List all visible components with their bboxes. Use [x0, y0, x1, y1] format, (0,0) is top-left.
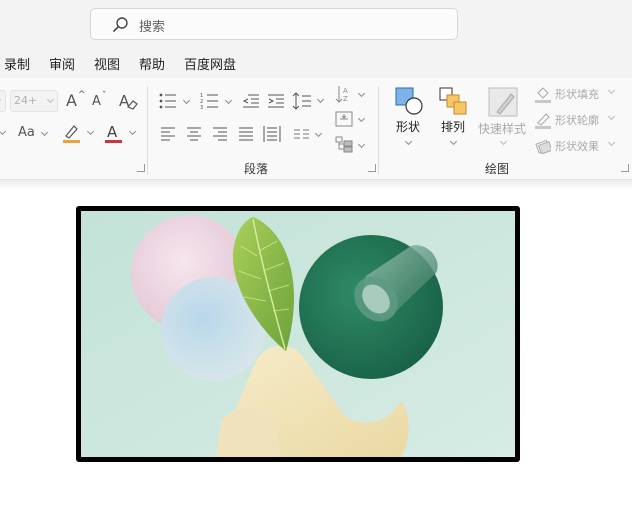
caret-up-icon: ^ — [78, 90, 86, 100]
chevron-down-icon — [357, 114, 366, 123]
columns-icon — [294, 129, 309, 139]
chevron-down-icon — [607, 112, 616, 121]
numbered-list-icon: 1 2 3 — [200, 93, 218, 111]
arrange-label: 排列 — [441, 120, 466, 134]
highlight-color-button[interactable] — [62, 122, 96, 144]
quick-styles-icon — [488, 87, 518, 117]
search-placeholder: 搜索 — [139, 20, 166, 35]
font-color-button[interactable]: A — [104, 122, 138, 144]
justify-icon[interactable] — [238, 126, 254, 142]
columns-button[interactable] — [293, 126, 327, 144]
text-direction-icon: A Z — [335, 86, 348, 103]
chevron-down-icon — [86, 127, 95, 136]
svg-text:A: A — [107, 123, 118, 141]
grow-font-button[interactable]: A ^ — [64, 90, 86, 111]
chevron-down-icon — [357, 140, 366, 149]
menu-item-baidu-netdisk[interactable]: 百度网盘 — [184, 54, 236, 73]
shape-effects-label: 形状效果 — [555, 140, 599, 153]
chevron-down-icon — [128, 127, 137, 136]
shrink-font-glyph: A — [92, 94, 101, 109]
change-case-label: Aa — [18, 125, 35, 140]
distributed-icon[interactable] — [263, 125, 281, 143]
numbering-button[interactable]: 1 2 3 — [200, 92, 234, 112]
highlighter-icon — [63, 125, 80, 143]
chevron-down-icon — [607, 86, 616, 95]
chevron-down-icon[interactable] — [0, 127, 7, 136]
group-separator — [378, 86, 379, 174]
font-size-value: 24+ — [14, 94, 38, 107]
line-spacing-icon — [292, 92, 311, 110]
chevron-down-icon — [357, 89, 366, 98]
align-text-button[interactable] — [335, 109, 369, 131]
chevron-down-icon — [46, 95, 55, 104]
align-text-icon — [335, 111, 353, 127]
chevron-down-icon — [314, 129, 323, 138]
drawing-group-label: 绘图 — [485, 162, 510, 176]
drawing-dialog-launcher-icon[interactable] — [621, 164, 629, 172]
quick-styles-button[interactable]: 快速样式 — [476, 84, 530, 148]
paint-bucket-icon — [535, 87, 551, 103]
abstract-3d-image — [81, 211, 515, 457]
paragraph-dialog-launcher-icon[interactable] — [368, 164, 376, 172]
font-name-combo[interactable] — [0, 90, 6, 112]
shape-outline-label: 形状轮廓 — [555, 114, 599, 127]
align-right-icon[interactable] — [212, 126, 228, 142]
shape-effects-button[interactable]: 形状效果 — [535, 137, 619, 155]
ribbon-shadow — [0, 180, 632, 190]
bullet-list-icon — [159, 93, 176, 109]
chevron-down-icon — [316, 95, 325, 104]
paragraph-group-label: 段落 — [244, 162, 269, 176]
align-left-icon[interactable] — [160, 126, 176, 142]
smartart-icon — [335, 136, 353, 153]
menu-item-record[interactable]: 录制 — [4, 54, 30, 73]
font-dialog-launcher-icon[interactable] — [137, 164, 145, 172]
shrink-font-button[interactable]: A ˇ — [92, 91, 112, 111]
arrange-button[interactable]: 排列 — [436, 84, 472, 148]
chevron-down-icon — [499, 137, 508, 146]
menu-bar: 录制 审阅 视图 帮助 百度网盘 — [0, 46, 632, 78]
shape-outline-button[interactable]: 形状轮廓 — [535, 111, 619, 129]
menu-item-review[interactable]: 审阅 — [49, 54, 75, 73]
title-bar: 搜索 — [0, 0, 632, 46]
svg-text:Z: Z — [343, 95, 348, 103]
search-box[interactable]: 搜索 — [90, 8, 458, 40]
line-spacing-button[interactable] — [292, 91, 326, 111]
chevron-down-icon — [40, 128, 49, 137]
bullets-button[interactable] — [158, 92, 192, 112]
quick-styles-label: 快速样式 — [478, 122, 527, 136]
text-direction-button[interactable]: A Z — [335, 84, 369, 106]
ribbon: 24+ A ^ A ˇ A Aa A 1 2 3 A Z 段落 形状 排列 快速… — [0, 78, 632, 180]
svg-text:A: A — [343, 87, 348, 95]
chevron-down-icon — [182, 96, 191, 105]
arrange-icon — [439, 87, 467, 115]
shape-fill-button[interactable]: 形状填充 — [535, 85, 619, 103]
chevron-down-icon — [224, 96, 233, 105]
shapes-button[interactable]: 形状 — [390, 84, 428, 148]
selected-picture[interactable] — [76, 206, 520, 462]
menu-item-view[interactable]: 视图 — [94, 54, 120, 73]
shape-fill-label: 形状填充 — [555, 88, 599, 101]
svg-text:3: 3 — [200, 105, 203, 110]
shapes-icon — [395, 87, 423, 115]
shape-effects-icon — [535, 139, 551, 154]
pen-outline-icon — [535, 113, 551, 129]
change-case-button[interactable]: Aa — [18, 124, 49, 144]
font-size-combo[interactable]: 24+ — [10, 90, 58, 112]
decrease-indent-icon[interactable] — [242, 93, 260, 109]
chevron-down-icon — [449, 137, 458, 146]
increase-indent-icon[interactable] — [267, 93, 285, 109]
chevron-down-icon — [607, 138, 616, 147]
shapes-label: 形状 — [396, 120, 421, 134]
search-icon — [112, 17, 128, 33]
align-center-icon[interactable] — [186, 126, 202, 142]
group-separator — [147, 86, 148, 174]
clear-formatting-icon[interactable]: A — [118, 91, 138, 111]
chevron-down-icon — [0, 95, 2, 104]
smartart-button[interactable] — [335, 135, 369, 157]
chevron-down-icon — [404, 137, 413, 146]
caret-down-icon: ˇ — [102, 91, 107, 101]
menu-item-help[interactable]: 帮助 — [139, 54, 165, 73]
font-color-icon: A — [105, 123, 122, 143]
grow-font-glyph: A — [66, 91, 77, 110]
